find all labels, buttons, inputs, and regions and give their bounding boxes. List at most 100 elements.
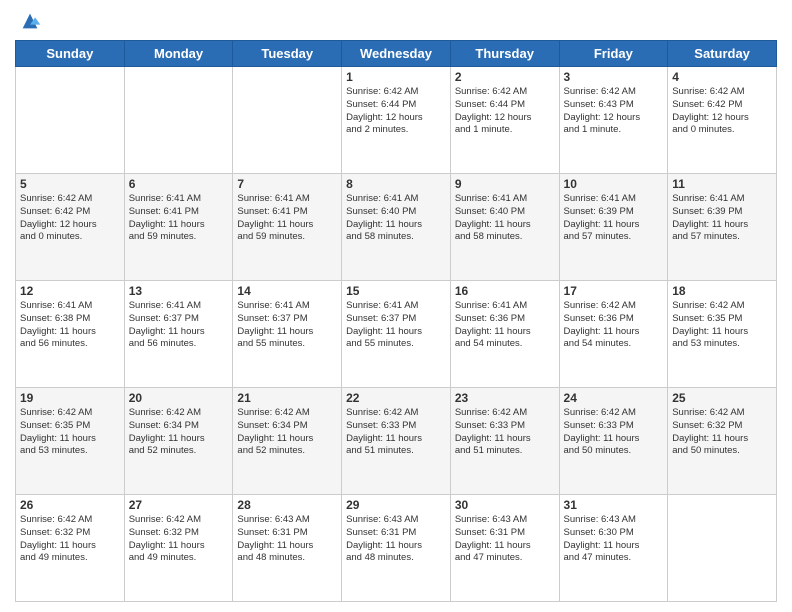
day-number: 10	[564, 177, 664, 191]
day-info: Sunrise: 6:41 AM Sunset: 6:37 PM Dayligh…	[129, 300, 229, 351]
calendar-header: SundayMondayTuesdayWednesdayThursdayFrid…	[16, 41, 777, 67]
day-info: Sunrise: 6:42 AM Sunset: 6:36 PM Dayligh…	[564, 300, 664, 351]
day-number: 2	[455, 70, 555, 84]
day-info: Sunrise: 6:42 AM Sunset: 6:43 PM Dayligh…	[564, 86, 664, 137]
day-number: 3	[564, 70, 664, 84]
day-number: 29	[346, 498, 446, 512]
day-number: 31	[564, 498, 664, 512]
calendar-cell: 25 Sunrise: 6:42 AM Sunset: 6:32 PM Dayli…	[668, 388, 777, 495]
day-info: Sunrise: 6:41 AM Sunset: 6:37 PM Dayligh…	[346, 300, 446, 351]
calendar-cell: 14 Sunrise: 6:41 AM Sunset: 6:37 PM Dayli…	[233, 281, 342, 388]
day-info: Sunrise: 6:42 AM Sunset: 6:35 PM Dayligh…	[672, 300, 772, 351]
day-info: Sunrise: 6:42 AM Sunset: 6:33 PM Dayligh…	[564, 407, 664, 458]
day-info: Sunrise: 6:41 AM Sunset: 6:40 PM Dayligh…	[455, 193, 555, 244]
calendar-cell	[233, 67, 342, 174]
day-info: Sunrise: 6:41 AM Sunset: 6:39 PM Dayligh…	[672, 193, 772, 244]
calendar-cell: 10 Sunrise: 6:41 AM Sunset: 6:39 PM Dayli…	[559, 174, 668, 281]
calendar-cell: 2 Sunrise: 6:42 AM Sunset: 6:44 PM Daylig…	[450, 67, 559, 174]
day-number: 19	[20, 391, 120, 405]
day-header-thursday: Thursday	[450, 41, 559, 67]
day-info: Sunrise: 6:41 AM Sunset: 6:39 PM Dayligh…	[564, 193, 664, 244]
day-number: 1	[346, 70, 446, 84]
calendar-week-5: 26 Sunrise: 6:42 AM Sunset: 6:32 PM Dayli…	[16, 495, 777, 602]
calendar-cell: 19 Sunrise: 6:42 AM Sunset: 6:35 PM Dayli…	[16, 388, 125, 495]
calendar-cell: 21Sunrise: 6:42 AM Sunset: 6:34 PM Dayli…	[233, 388, 342, 495]
day-number: 20	[129, 391, 229, 405]
day-number: 6	[129, 177, 229, 191]
day-info: Sunrise: 6:42 AM Sunset: 6:32 PM Dayligh…	[672, 407, 772, 458]
calendar-cell: 17 Sunrise: 6:42 AM Sunset: 6:36 PM Dayli…	[559, 281, 668, 388]
day-info: Sunrise: 6:41 AM Sunset: 6:38 PM Dayligh…	[20, 300, 120, 351]
logo-icon	[19, 10, 41, 32]
page: SundayMondayTuesdayWednesdayThursdayFrid…	[0, 0, 792, 612]
day-header-monday: Monday	[124, 41, 233, 67]
day-number: 5	[20, 177, 120, 191]
day-info: Sunrise: 6:42 AM Sunset: 6:44 PM Dayligh…	[455, 86, 555, 137]
day-number: 12	[20, 284, 120, 298]
day-number: 25	[672, 391, 772, 405]
day-number: 22	[346, 391, 446, 405]
logo	[15, 10, 41, 32]
calendar-cell: 8Sunrise: 6:41 AM Sunset: 6:40 PM Daylig…	[342, 174, 451, 281]
day-header-friday: Friday	[559, 41, 668, 67]
calendar-cell: 16 Sunrise: 6:41 AM Sunset: 6:36 PM Dayli…	[450, 281, 559, 388]
day-number: 17	[564, 284, 664, 298]
calendar-cell: 22 Sunrise: 6:42 AM Sunset: 6:33 PM Dayli…	[342, 388, 451, 495]
day-number: 13	[129, 284, 229, 298]
calendar-cell: 31Sunrise: 6:43 AM Sunset: 6:30 PM Dayli…	[559, 495, 668, 602]
day-number: 21	[237, 391, 337, 405]
day-info: Sunrise: 6:43 AM Sunset: 6:31 PM Dayligh…	[346, 514, 446, 565]
day-info: Sunrise: 6:42 AM Sunset: 6:33 PM Dayligh…	[455, 407, 555, 458]
day-header-saturday: Saturday	[668, 41, 777, 67]
calendar-week-4: 19 Sunrise: 6:42 AM Sunset: 6:35 PM Dayli…	[16, 388, 777, 495]
day-number: 16	[455, 284, 555, 298]
day-number: 23	[455, 391, 555, 405]
day-number: 15	[346, 284, 446, 298]
day-info: Sunrise: 6:42 AM Sunset: 6:44 PM Dayligh…	[346, 86, 446, 137]
day-info: Sunrise: 6:43 AM Sunset: 6:31 PM Dayligh…	[237, 514, 337, 565]
calendar-cell: 28 Sunrise: 6:43 AM Sunset: 6:31 PM Dayli…	[233, 495, 342, 602]
calendar-cell: 30Sunrise: 6:43 AM Sunset: 6:31 PM Dayli…	[450, 495, 559, 602]
calendar-cell: 7Sunrise: 6:41 AM Sunset: 6:41 PM Daylig…	[233, 174, 342, 281]
calendar-cell: 5 Sunrise: 6:42 AM Sunset: 6:42 PM Daylig…	[16, 174, 125, 281]
calendar-cell: 29 Sunrise: 6:43 AM Sunset: 6:31 PM Dayli…	[342, 495, 451, 602]
day-number: 18	[672, 284, 772, 298]
day-info: Sunrise: 6:42 AM Sunset: 6:42 PM Dayligh…	[672, 86, 772, 137]
day-info: Sunrise: 6:42 AM Sunset: 6:42 PM Dayligh…	[20, 193, 120, 244]
day-number: 14	[237, 284, 337, 298]
day-number: 26	[20, 498, 120, 512]
day-info: Sunrise: 6:42 AM Sunset: 6:33 PM Dayligh…	[346, 407, 446, 458]
calendar-cell	[668, 495, 777, 602]
calendar-cell: 13 Sunrise: 6:41 AM Sunset: 6:37 PM Dayli…	[124, 281, 233, 388]
calendar-cell: 20Sunrise: 6:42 AM Sunset: 6:34 PM Dayli…	[124, 388, 233, 495]
calendar-cell: 18 Sunrise: 6:42 AM Sunset: 6:35 PM Dayli…	[668, 281, 777, 388]
day-number: 24	[564, 391, 664, 405]
calendar-cell: 11Sunrise: 6:41 AM Sunset: 6:39 PM Dayli…	[668, 174, 777, 281]
calendar-cell	[16, 67, 125, 174]
header	[15, 10, 777, 32]
day-header-sunday: Sunday	[16, 41, 125, 67]
calendar-week-3: 12 Sunrise: 6:41 AM Sunset: 6:38 PM Dayli…	[16, 281, 777, 388]
day-info: Sunrise: 6:42 AM Sunset: 6:35 PM Dayligh…	[20, 407, 120, 458]
day-info: Sunrise: 6:41 AM Sunset: 6:37 PM Dayligh…	[237, 300, 337, 351]
day-number: 4	[672, 70, 772, 84]
day-number: 27	[129, 498, 229, 512]
day-header-tuesday: Tuesday	[233, 41, 342, 67]
calendar-week-2: 5 Sunrise: 6:42 AM Sunset: 6:42 PM Daylig…	[16, 174, 777, 281]
calendar-cell: 12 Sunrise: 6:41 AM Sunset: 6:38 PM Dayli…	[16, 281, 125, 388]
calendar-cell: 6Sunrise: 6:41 AM Sunset: 6:41 PM Daylig…	[124, 174, 233, 281]
calendar-cell: 3 Sunrise: 6:42 AM Sunset: 6:43 PM Daylig…	[559, 67, 668, 174]
day-info: Sunrise: 6:41 AM Sunset: 6:36 PM Dayligh…	[455, 300, 555, 351]
day-info: Sunrise: 6:42 AM Sunset: 6:32 PM Dayligh…	[20, 514, 120, 565]
calendar-cell: 26 Sunrise: 6:42 AM Sunset: 6:32 PM Dayli…	[16, 495, 125, 602]
calendar-cell	[124, 67, 233, 174]
day-number: 28	[237, 498, 337, 512]
calendar-cell: 27 Sunrise: 6:42 AM Sunset: 6:32 PM Dayli…	[124, 495, 233, 602]
day-info: Sunrise: 6:41 AM Sunset: 6:41 PM Dayligh…	[237, 193, 337, 244]
day-info: Sunrise: 6:42 AM Sunset: 6:32 PM Dayligh…	[129, 514, 229, 565]
day-header-wednesday: Wednesday	[342, 41, 451, 67]
calendar-cell: 1 Sunrise: 6:42 AM Sunset: 6:44 PM Daylig…	[342, 67, 451, 174]
calendar-cell: 23 Sunrise: 6:42 AM Sunset: 6:33 PM Dayli…	[450, 388, 559, 495]
calendar-cell: 4 Sunrise: 6:42 AM Sunset: 6:42 PM Daylig…	[668, 67, 777, 174]
calendar-body: 1 Sunrise: 6:42 AM Sunset: 6:44 PM Daylig…	[16, 67, 777, 602]
